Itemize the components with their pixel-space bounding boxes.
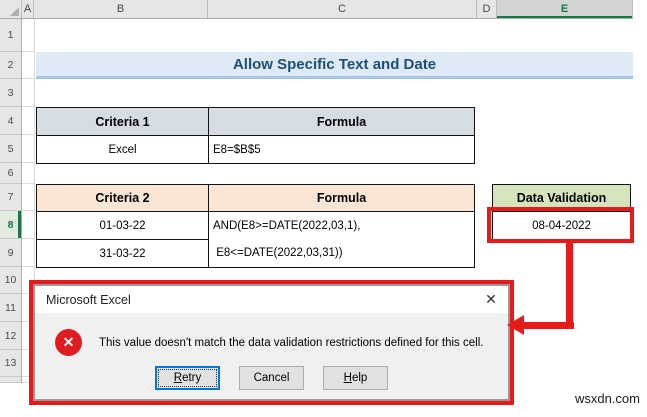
criteria2-formula-cell[interactable]: AND(E8>=DATE(2022,03,1), E8<=DATE(2022,0… bbox=[208, 211, 475, 268]
red-arrow-head-icon bbox=[507, 315, 524, 335]
retry-button[interactable]: Retry bbox=[155, 366, 220, 390]
row-header-bar: 1 2 3 4 5 6 7 8 9 10 11 12 13 bbox=[0, 19, 22, 383]
gridline-cell-a7 bbox=[22, 184, 35, 211]
criteria2-header-cell[interactable]: Criteria 2 bbox=[36, 184, 209, 212]
red-arrow-vertical-line bbox=[566, 241, 573, 329]
row-header-12[interactable]: 12 bbox=[0, 322, 21, 350]
help-button[interactable]: Help bbox=[323, 366, 388, 390]
row-header-2[interactable]: 2 bbox=[0, 52, 21, 79]
row-header-11[interactable]: 11 bbox=[0, 294, 21, 322]
gridline-cell-a9 bbox=[22, 239, 35, 267]
watermark: wsxdn.com bbox=[574, 391, 640, 406]
row-header-1[interactable]: 1 bbox=[0, 19, 21, 52]
column-header-b[interactable]: B bbox=[34, 0, 208, 18]
red-highlight-box bbox=[487, 207, 634, 243]
gridline-cell-a1 bbox=[22, 19, 35, 52]
error-dialog: Microsoft Excel ✕ ✕ This value doesn't m… bbox=[33, 284, 510, 401]
gridline-cell-a8 bbox=[22, 211, 35, 239]
row-header-3[interactable]: 3 bbox=[0, 79, 21, 107]
gridline-cell-a2 bbox=[22, 52, 35, 79]
criteria1-formula-header-cell[interactable]: Formula bbox=[208, 107, 475, 136]
criteria1-formula-cell[interactable]: E8=$B$5 bbox=[208, 135, 475, 164]
criteria2-formula-header-cell[interactable]: Formula bbox=[208, 184, 475, 212]
criteria2-value1-cell[interactable]: 01-03-22 bbox=[36, 211, 209, 240]
row-header-13[interactable]: 13 bbox=[0, 350, 21, 377]
excel-screenshot: A B C D E 1 2 3 4 5 6 7 8 9 10 11 12 13 Allow Specif… bbox=[0, 0, 647, 417]
dialog-message: This value doesn't match the data valida… bbox=[99, 336, 484, 349]
criteria1-table: Criteria 1 Formula Excel E8=$B$5 bbox=[36, 107, 475, 164]
criteria2-table: Criteria 2 Formula 01-03-22 AND(E8>=DATE… bbox=[36, 184, 475, 268]
row-header-9[interactable]: 9 bbox=[0, 239, 21, 267]
dialog-button-row: Retry Cancel Help bbox=[35, 366, 508, 399]
row-header-4[interactable]: 4 bbox=[0, 107, 21, 135]
dialog-red-annotation: Microsoft Excel ✕ ✕ This value doesn't m… bbox=[29, 280, 514, 405]
column-header-d[interactable]: D bbox=[477, 0, 497, 18]
cancel-button[interactable]: Cancel bbox=[239, 366, 304, 390]
select-all-corner[interactable] bbox=[0, 0, 22, 18]
column-header-e-selected[interactable]: E bbox=[497, 0, 633, 18]
column-header-bar: A B C D E bbox=[0, 0, 633, 19]
gridline-cell-a3 bbox=[22, 79, 35, 107]
gridline-cell-a4 bbox=[22, 107, 35, 135]
red-arrow-horizontal-line bbox=[523, 322, 574, 329]
close-icon[interactable]: ✕ bbox=[474, 286, 508, 313]
gridline-cell-a5 bbox=[22, 135, 35, 163]
row-header-10[interactable]: 10 bbox=[0, 267, 21, 294]
column-header-c[interactable]: C bbox=[208, 0, 477, 18]
select-all-triangle-icon bbox=[10, 7, 19, 16]
error-icon: ✕ bbox=[55, 329, 82, 356]
dialog-titlebar[interactable]: Microsoft Excel ✕ bbox=[35, 286, 508, 313]
criteria1-header-cell[interactable]: Criteria 1 bbox=[36, 107, 209, 136]
row-header-8[interactable]: 8 bbox=[0, 211, 21, 239]
row-header-partial bbox=[0, 377, 21, 383]
dialog-body: ✕ This value doesn't match the data vali… bbox=[35, 313, 508, 399]
criteria1-value-cell[interactable]: Excel bbox=[36, 135, 209, 164]
column-header-a[interactable]: A bbox=[22, 0, 34, 18]
criteria2-value2-cell[interactable]: 31-03-22 bbox=[36, 239, 209, 268]
page-title[interactable]: Allow Specific Text and Date bbox=[36, 52, 633, 79]
row-header-5[interactable]: 5 bbox=[0, 135, 21, 163]
row-header-7[interactable]: 7 bbox=[0, 184, 21, 211]
dialog-title: Microsoft Excel bbox=[46, 292, 131, 307]
row-header-6[interactable]: 6 bbox=[0, 163, 21, 184]
gridline-cell-a6 bbox=[22, 163, 35, 184]
